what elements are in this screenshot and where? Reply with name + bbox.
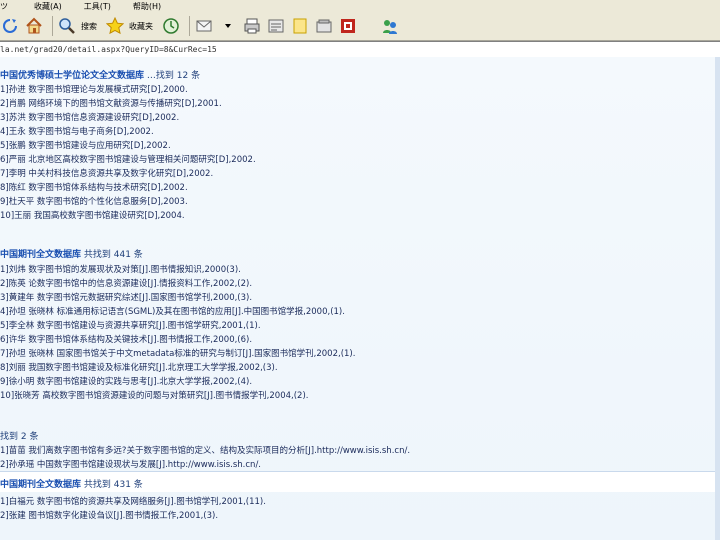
print-icon[interactable] — [242, 16, 262, 36]
result-item[interactable]: 8]陈红 数字图书馆体系结构与技术研究[D],2002. — [0, 181, 188, 193]
result-item[interactable]: 6]许华 数字图书馆体系结构及关键技术[J].图书情报工作,2000,(6). — [0, 333, 252, 345]
section-count: 共找到 441 条 — [83, 250, 143, 260]
result-item[interactable]: 1]白福元 数字图书馆的资源共享及网络服务[J].图书馆学刊,2001,(11)… — [0, 495, 266, 507]
section-title: 找到 2 条 — [0, 429, 38, 442]
result-item[interactable]: 9]杜天平 数字图书馆的个性化信息服务[D],2003. — [0, 195, 188, 207]
result-item[interactable]: 5]张鹏 数字图书馆建设与应用研究[D],2002. — [0, 139, 171, 151]
favorites-button-label[interactable]: 收藏夹 — [129, 21, 153, 32]
menu-item-view[interactable]: ツ — [0, 1, 8, 12]
toolbar: 搜索 收藏夹 — [0, 12, 720, 41]
search-button-label[interactable]: 搜索 — [81, 21, 97, 32]
result-item[interactable]: 4]孙坦 张晓林 标准通用标记语言(SGML)及其在图书馆的应用[J].中国图书… — [0, 305, 345, 317]
home-icon[interactable] — [24, 16, 44, 36]
note-icon[interactable] — [290, 16, 310, 36]
favorites-star-icon[interactable] — [105, 16, 125, 36]
result-item[interactable]: 7]李明 中关村科技信息资源共享及数字化研究[D],2002. — [0, 167, 213, 179]
messenger-icon[interactable] — [380, 16, 400, 36]
section-database-name[interactable]: 中国期刊全文数据库 — [0, 250, 81, 260]
result-item[interactable]: 1]孙进 数字图书馆理论与发展模式研究[D],2000. — [0, 83, 188, 95]
result-item[interactable]: 8]刘丽 我国数字图书馆建设及标准化研究[J].北京理工大学学报,2002,(3… — [0, 361, 278, 373]
result-item[interactable]: 10]王丽 我国高校数字图书馆建设研究[D],2004. — [0, 209, 185, 221]
menu-item-tools[interactable]: 工具(T) — [84, 1, 111, 12]
folder-icon[interactable] — [314, 16, 334, 36]
section-count: 找到 2 条 — [0, 432, 39, 442]
section-title: 中国期刊全文数据库 共找到 431 条 — [0, 477, 143, 490]
section-count: …找到 12 条 — [146, 71, 201, 81]
search-icon[interactable] — [57, 16, 77, 36]
section-title: 中国优秀博硕士学位论文全文数据库 …找到 12 条 — [0, 68, 200, 81]
toolbar-separator — [52, 16, 53, 36]
mail-dropdown-icon[interactable] — [218, 16, 238, 36]
result-item[interactable]: 5]李全林 数字图书馆建设与资源共享研究[J].图书馆学研究,2001,(1). — [0, 319, 261, 331]
menu-item-favorites[interactable]: 收藏(A) — [34, 1, 62, 12]
edit-icon[interactable] — [266, 16, 286, 36]
section-count: 共找到 431 条 — [83, 480, 143, 490]
result-item[interactable]: 3]黄建年 数字图书馆元数据研究综述[J].国家图书馆学刊,2000,(3). — [0, 291, 252, 303]
result-item[interactable]: 3]苏洪 数字图书馆信息资源建设研究[D],2002. — [0, 111, 179, 123]
mail-icon[interactable] — [194, 16, 214, 36]
result-item[interactable]: 4]王永 数字图书馆与电子商务[D],2002. — [0, 125, 154, 137]
section-database-name[interactable]: 中国优秀博硕士学位论文全文数据库 — [0, 71, 144, 81]
result-item[interactable]: 1]刘炜 数字图书馆的发展现状及对策[J].图书情报知识,2000(3). — [0, 263, 241, 275]
vertical-scrollbar[interactable] — [715, 57, 720, 540]
result-item[interactable]: 7]孙坦 张晓林 国家图书馆关于中文metadata标准的研究与制订[J].国家… — [0, 347, 355, 359]
menu-item-help[interactable]: 帮助(H) — [133, 1, 161, 12]
toolbar-separator — [189, 16, 190, 36]
page-content: 中国优秀博硕士学位论文全文数据库 …找到 12 条 1]孙进 数字图书馆理论与发… — [0, 57, 720, 540]
result-item[interactable]: 2]陈英 论数字图书馆中的信息资源建设[J].情报资料工作,2002,(2). — [0, 277, 252, 289]
history-icon[interactable] — [161, 16, 181, 36]
discuss-icon[interactable] — [338, 16, 358, 36]
section-database-name[interactable]: 中国期刊全文数据库 — [0, 480, 81, 490]
result-item[interactable]: 2]张建 图书馆数字化建设刍议[J].图书情报工作,2001,(3). — [0, 509, 218, 521]
menu-bar: ツ 收藏(A) 工具(T) 帮助(H) — [0, 0, 720, 12]
result-item[interactable]: 10]张晓芳 高校数字图书馆资源建设的问题与对策研究[J].图书情报学刊,200… — [0, 389, 308, 401]
result-item[interactable]: 2]孙承瑶 中国数字图书馆建设现状与发展[J].http://www.isis.… — [0, 458, 261, 470]
result-item[interactable]: 1]苗苗 我们离数字图书馆有多远?关于数字图书馆的定义、结构及实际项目的分析[J… — [0, 444, 410, 456]
result-item[interactable]: 2]肖鹏 网络环境下的图书馆文献资源与传播研究[D],2001. — [0, 97, 222, 109]
result-item[interactable]: 9]徐小明 数字图书馆建设的实践与思考[J].北京大学学报,2002,(4). — [0, 375, 252, 387]
result-item[interactable]: 6]严丽 北京地区高校数字图书馆建设与管理相关问题研究[D],2002. — [0, 153, 256, 165]
address-bar[interactable]: la.net/grad20/detail.aspx?QueryID=8&CurR… — [0, 41, 720, 58]
section-title: 中国期刊全文数据库 共找到 441 条 — [0, 247, 143, 260]
refresh-icon[interactable] — [0, 16, 20, 36]
